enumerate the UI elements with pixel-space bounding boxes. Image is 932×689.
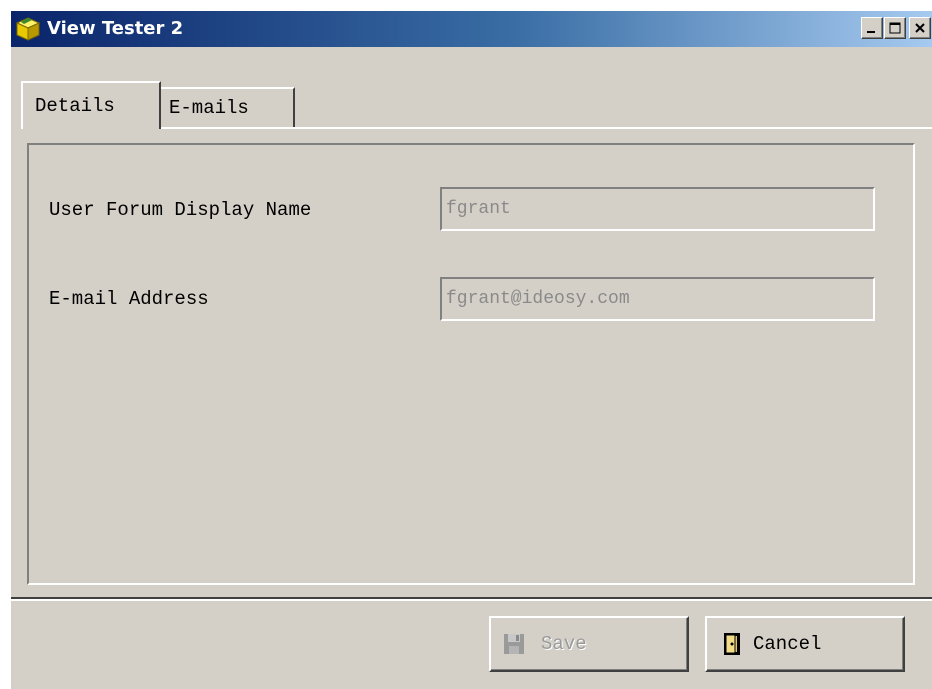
tab-emails[interactable]: E-mails (161, 87, 295, 127)
save-button-label: Save (541, 633, 587, 655)
title-bar[interactable]: View Tester 2 (11, 11, 932, 47)
maximize-button[interactable] (884, 17, 906, 39)
floppy-disk-icon (504, 634, 524, 654)
close-button[interactable] (909, 17, 931, 39)
window-controls (860, 17, 931, 39)
save-button[interactable]: Save (489, 616, 689, 672)
minimize-button[interactable] (861, 17, 883, 39)
maximize-icon (889, 22, 901, 34)
email-label: E-mail Address (49, 288, 209, 310)
close-icon (915, 23, 925, 33)
dialog-window: View Tester 2 Details E-mails User Forum… (10, 10, 932, 689)
cancel-button-label: Cancel (753, 633, 822, 655)
email-field[interactable] (440, 277, 875, 321)
cancel-button[interactable]: Cancel (705, 616, 905, 672)
window-title: View Tester 2 (47, 18, 184, 39)
display-name-label: User Forum Display Name (49, 199, 312, 221)
display-name-field[interactable] (440, 187, 875, 231)
exit-door-icon (724, 633, 740, 655)
yellow-cube-icon (15, 17, 41, 41)
minimize-icon (867, 31, 875, 33)
tab-details[interactable]: Details (21, 81, 161, 129)
